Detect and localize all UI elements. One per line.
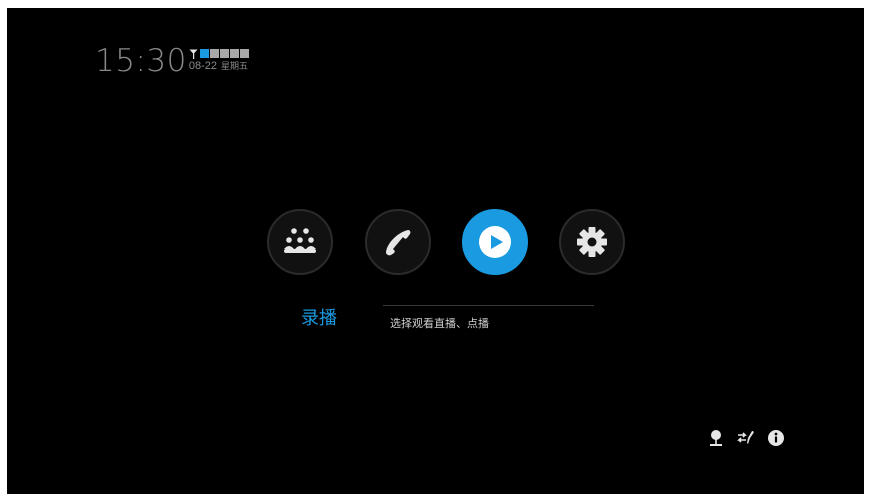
selected-menu-label: 录播 [301, 308, 337, 329]
playback-button[interactable] [462, 209, 528, 275]
signal-bars [199, 49, 250, 58]
call-button[interactable] [365, 209, 431, 275]
clock-date: 08-22 [188, 60, 217, 72]
clock-side: 08-22 星期五 [189, 45, 250, 74]
signal-bar [199, 49, 209, 58]
meeting-button[interactable] [267, 209, 333, 275]
signal-bar [229, 49, 239, 58]
phone-icon [386, 230, 411, 256]
description-divider [383, 305, 594, 306]
status-icons [707, 429, 797, 447]
tv-home-screen: 15:30 08-22 星期五 录播 选择观看直播、点播 [7, 8, 864, 494]
signal-bar [239, 49, 249, 58]
selected-menu-description: 选择观看直播、点播 [390, 317, 489, 330]
network-icon[interactable] [707, 429, 725, 447]
signal-bar [219, 49, 229, 58]
info-icon[interactable] [767, 429, 785, 447]
settings-button[interactable] [559, 209, 625, 275]
signal-indicator [189, 48, 250, 59]
date-row: 08-22 星期五 [189, 59, 250, 74]
gear-icon [577, 227, 607, 257]
antenna-icon [189, 49, 198, 59]
clock-time: 15:30 [95, 43, 187, 79]
clock-weekday: 星期五 [220, 62, 248, 72]
meeting-icon [284, 228, 316, 253]
clock-widget: 15:30 08-22 星期五 [95, 45, 250, 77]
transfer-icon[interactable] [737, 429, 755, 447]
play-icon [479, 226, 511, 258]
signal-bar [209, 49, 219, 58]
